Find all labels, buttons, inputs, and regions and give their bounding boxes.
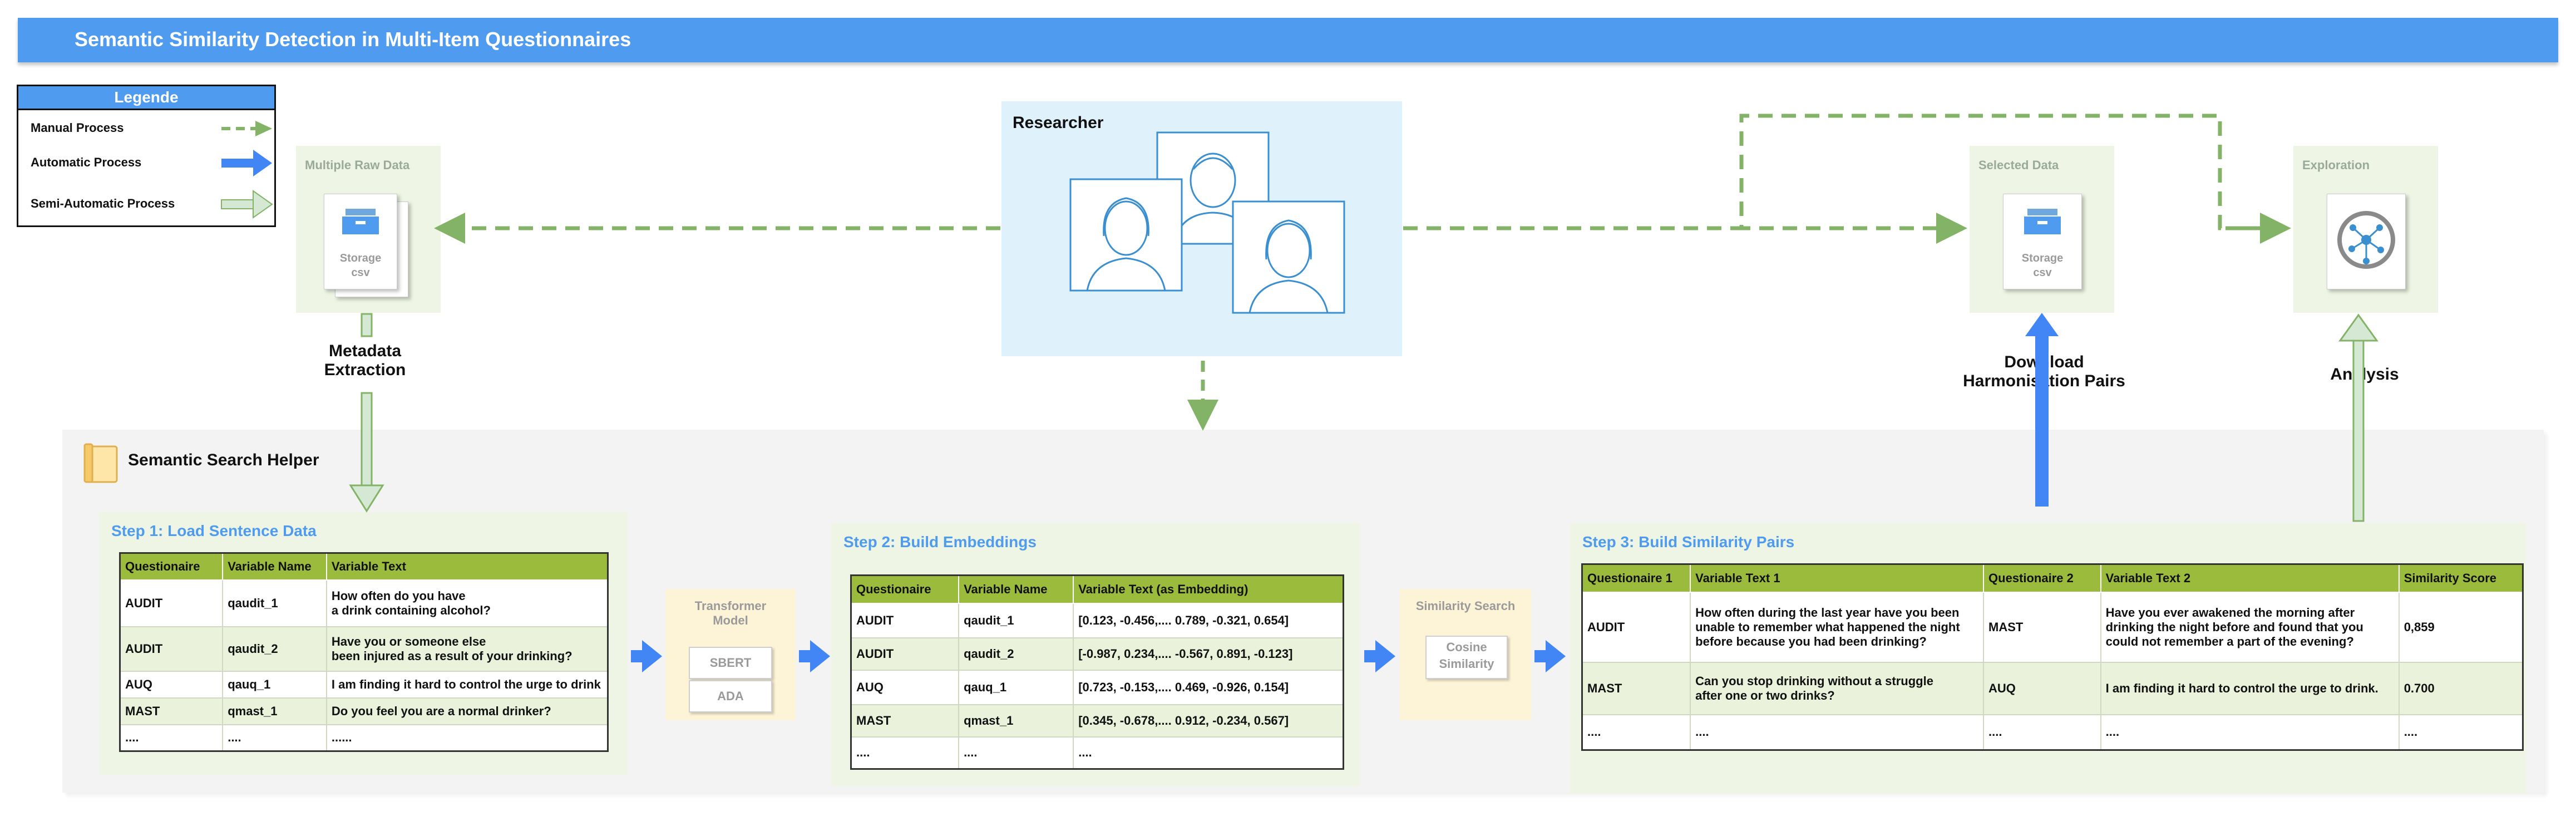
connectors <box>349 114 2378 672</box>
semiauto-arrow-down <box>349 484 384 513</box>
auto-arrow-up <box>2025 313 2059 336</box>
semiauto-arrow-up <box>2338 313 2378 342</box>
arrow-researcher-to-exploration <box>1403 114 2274 230</box>
